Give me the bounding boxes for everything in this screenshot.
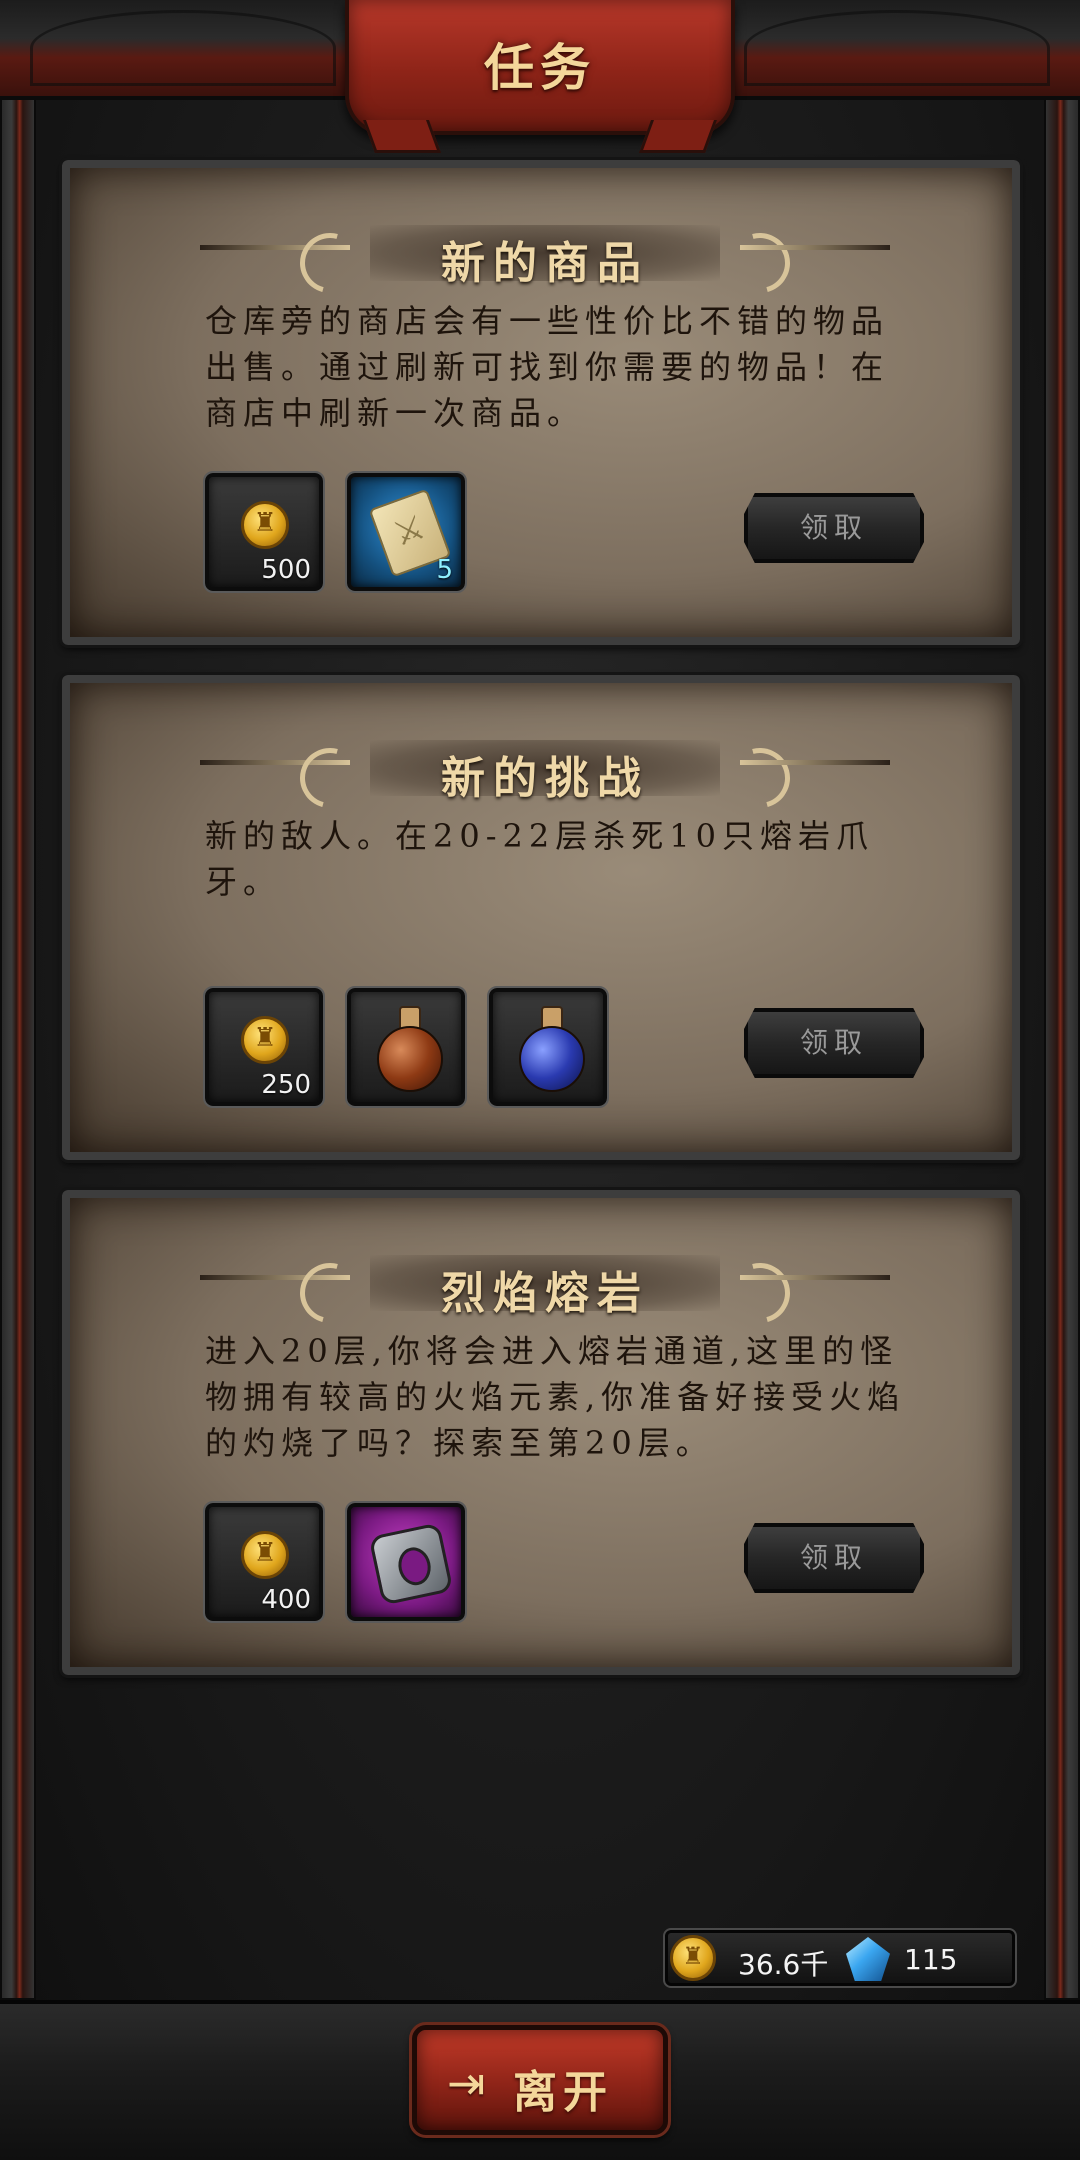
quest-header: 新的挑战 <box>200 728 890 819</box>
reward-slot-ring[interactable] <box>345 1501 467 1623</box>
exit-label: 离开 <box>513 2067 613 2118</box>
left-frame-rail <box>0 60 36 2000</box>
gold-coin-icon <box>241 1016 289 1064</box>
exit-door-icon: ⇥ <box>447 2056 486 2110</box>
health-potion-icon <box>375 1006 445 1094</box>
claim-button[interactable]: 领取 <box>744 1008 924 1078</box>
quest-card-flame-lava: 烈焰熔岩 进入20层,你将会进入熔岩通道,这里的怪物拥有较高的火焰元素,你准备好… <box>59 1187 1023 1678</box>
reward-count: 400 <box>261 1585 311 1615</box>
reward-count: 500 <box>261 555 311 585</box>
currency-bar: 36.6千 115 <box>663 1928 1017 1988</box>
quest-header: 新的商品 <box>200 213 890 304</box>
claim-button[interactable]: 领取 <box>744 1523 924 1593</box>
quest-description: 仓库旁的商店会有一些性价比不错的物品出售。通过刷新可找到你需要的物品！在商店中刷… <box>205 302 890 432</box>
reward-slot-health-potion[interactable] <box>345 986 467 1108</box>
quest-card-new-challenge: 新的挑战 新的敌人。在20-22层杀死10只熔岩爪牙。 250 领取 <box>59 672 1023 1163</box>
reward-count: 5 <box>436 555 453 585</box>
gold-coin-icon <box>670 1935 716 1981</box>
reward-slot-scroll[interactable]: 5 <box>345 471 467 593</box>
claim-button[interactable]: 领取 <box>744 493 924 563</box>
gold-coin-icon <box>241 1531 289 1579</box>
exit-button[interactable]: ⇥ 离开 <box>409 2022 671 2138</box>
quest-title: 新的挑战 <box>441 753 649 804</box>
quest-description: 进入20层,你将会进入熔岩通道,这里的怪物拥有较高的火焰元素,你准备好接受火焰的… <box>205 1332 906 1462</box>
reward-slot-gold[interactable]: 500 <box>203 471 325 593</box>
quest-title: 新的商品 <box>441 238 649 289</box>
quest-title: 烈焰熔岩 <box>441 1268 649 1319</box>
reward-slot-mana-potion[interactable] <box>487 986 609 1108</box>
quest-description: 新的敌人。在20-22层杀死10只熔岩爪牙。 <box>205 817 874 901</box>
title-banner: 任务 <box>345 0 735 135</box>
ring-icon <box>368 1522 454 1606</box>
mana-potion-icon <box>517 1006 587 1094</box>
reward-slot-gold[interactable]: 400 <box>203 1501 325 1623</box>
quest-card-new-goods: 新的商品 仓库旁的商店会有一些性价比不错的物品出售。通过刷新可找到你需要的物品！… <box>59 157 1023 648</box>
page-title: 任务 <box>484 38 596 97</box>
quest-header: 烈焰熔岩 <box>200 1243 890 1334</box>
gold-coin-icon <box>241 501 289 549</box>
reward-slot-gold[interactable]: 250 <box>203 986 325 1108</box>
gem-amount: 115 <box>904 1943 958 1976</box>
right-frame-rail <box>1044 60 1080 2000</box>
reward-count: 250 <box>261 1070 311 1100</box>
gem-icon <box>846 1937 890 1981</box>
gold-amount: 36.6千 <box>738 1948 829 1981</box>
